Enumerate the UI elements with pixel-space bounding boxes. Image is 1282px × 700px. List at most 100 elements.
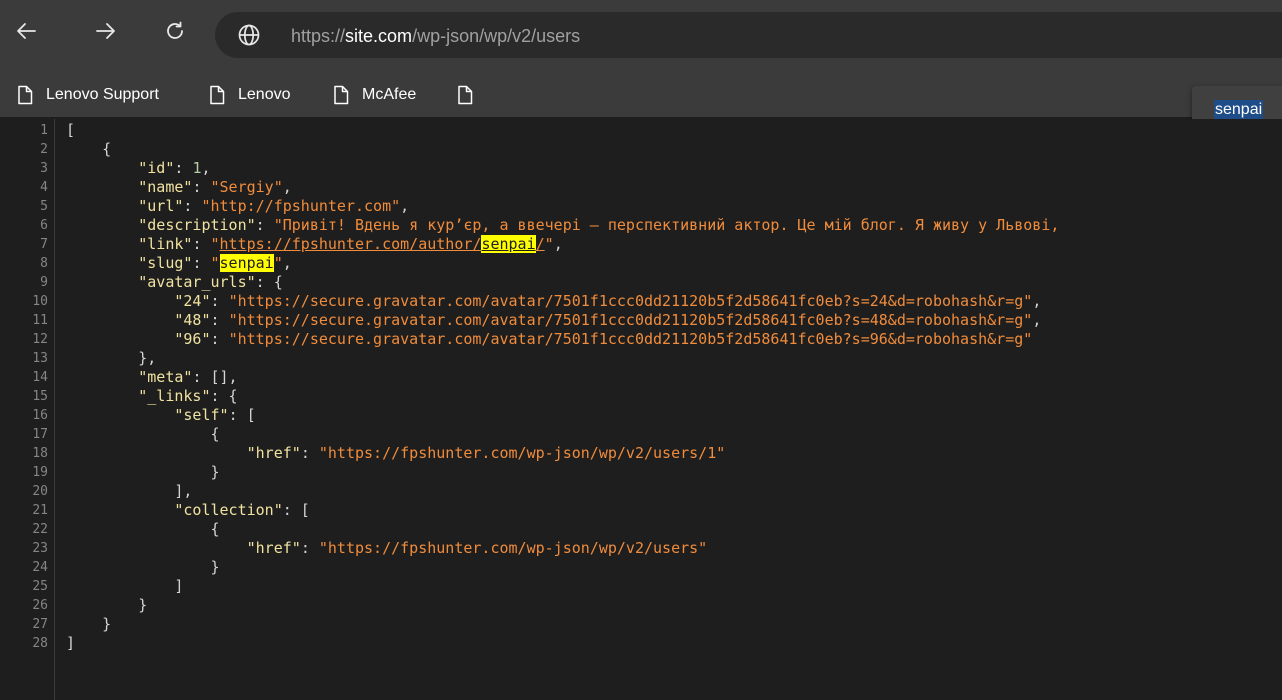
code-content: }: [66, 558, 220, 577]
json-punctuation: ,: [282, 254, 292, 272]
forward-button[interactable]: [86, 12, 124, 50]
code-line: 2 {: [0, 140, 1282, 159]
json-viewer: 1[2 {3 "id": 1, 4 "name": "Sergiy", 5 "url…: [0, 119, 1282, 700]
json-key: "48": [174, 311, 211, 329]
json-key: "96": [174, 330, 211, 348]
line-number: 6: [40, 218, 48, 233]
code-content: "description": "Привіт! Вдень я кур’єр, …: [66, 216, 1059, 235]
json-punctuation: :: [183, 197, 202, 215]
page-icon: [18, 85, 33, 105]
json-punctuation: :: [300, 444, 319, 462]
json-string: "https://secure.gravatar.com/avatar/7501…: [228, 311, 1033, 329]
bookmark-label: McAfee: [362, 86, 417, 103]
line-number: 12: [32, 332, 48, 347]
line-number: 14: [32, 370, 48, 385]
json-key: "link": [138, 235, 193, 253]
code-content: "url": "http://fpshunter.com",: [66, 197, 409, 216]
line-number: 20: [32, 484, 48, 499]
back-button[interactable]: [8, 12, 46, 50]
bookmark-mcafee[interactable]: McAfee: [332, 81, 416, 109]
line-number: 1: [40, 123, 48, 138]
code-line: 12 "96": "https://secure.gravatar.com/av…: [0, 330, 1282, 349]
json-key: "self": [174, 406, 229, 424]
json-key: "description": [138, 216, 256, 234]
json-punctuation: :: [192, 178, 211, 196]
json-punctuation: ,: [1032, 311, 1042, 329]
page-icon: [334, 85, 349, 105]
search-highlight: senpai: [219, 254, 274, 272]
find-query[interactable]: senpai: [1214, 100, 1264, 120]
json-string: "Sergiy": [210, 178, 283, 196]
code-line: 4 "name": "Sergiy",: [0, 178, 1282, 197]
line-number: 16: [32, 408, 48, 423]
address-bar[interactable]: https://site.com/wp-json/wp/v2/users: [215, 12, 1282, 58]
json-key: "href": [246, 444, 301, 462]
json-punctuation: :: [210, 330, 229, 348]
bookmark-lenovo-support[interactable]: Lenovo Support: [16, 81, 159, 109]
json-key: "id": [138, 159, 175, 177]
json-string: "https://fpshunter.com/wp-json/wp/v2/use…: [318, 444, 726, 462]
json-punctuation: :: [300, 539, 319, 557]
code-content: [: [66, 121, 75, 140]
code-content: }: [66, 596, 147, 615]
code-line: 17 {: [0, 425, 1282, 444]
code-content: }: [66, 615, 111, 634]
json-punctuation: : [: [282, 501, 310, 519]
json-punctuation: : {: [210, 387, 238, 405]
line-number: 3: [40, 161, 48, 176]
bookmark-unnamed[interactable]: [456, 81, 486, 109]
code-line: 22 {: [0, 520, 1282, 539]
page-icon: [210, 85, 225, 105]
json-punctuation: :: [210, 292, 229, 310]
json-punctuation: : [: [228, 406, 256, 424]
code-line: 14 "meta": [],: [0, 368, 1282, 387]
url-path: /wp-json/wp/v2/users: [412, 26, 581, 46]
json-link[interactable]: https://fpshunter.com/author/: [220, 235, 482, 253]
json-link[interactable]: /: [536, 235, 545, 253]
code-content: "href": "https://fpshunter.com/wp-json/w…: [66, 539, 708, 558]
line-number: 7: [40, 237, 48, 252]
json-punctuation: },: [138, 349, 157, 367]
code-line: 27 }: [0, 615, 1282, 634]
code-line: 16 "self": [: [0, 406, 1282, 425]
line-number: 26: [32, 598, 48, 613]
code-content: ]: [66, 577, 183, 596]
json-punctuation: :: [210, 311, 229, 329]
json-punctuation: ,: [553, 235, 563, 253]
browser-toolbar: https://site.com/wp-json/wp/v2/users: [0, 0, 1282, 73]
line-number: 13: [32, 351, 48, 366]
search-highlight[interactable]: senpai: [481, 235, 536, 253]
line-number: 18: [32, 446, 48, 461]
code-line: 20 ],: [0, 482, 1282, 501]
code-content: "name": "Sergiy",: [66, 178, 292, 197]
code-line: 26 }: [0, 596, 1282, 615]
reload-button[interactable]: [156, 12, 194, 50]
globe-icon[interactable]: [237, 23, 261, 47]
json-punctuation: : [],: [192, 368, 238, 386]
url-text[interactable]: https://site.com/wp-json/wp/v2/users: [291, 24, 580, 48]
url-host: site.com: [345, 26, 413, 46]
code-line: 19 }: [0, 463, 1282, 482]
bookmark-lenovo[interactable]: Lenovo: [208, 81, 291, 109]
arrow-left-icon: [17, 23, 36, 39]
reload-icon: [167, 21, 183, 39]
json-key: "href": [246, 539, 301, 557]
line-number: 2: [40, 142, 48, 157]
line-number: 21: [32, 503, 48, 518]
code-line: 9 "avatar_urls": {: [0, 273, 1282, 292]
json-string: "https://secure.gravatar.com/avatar/7501…: [228, 292, 1033, 310]
line-number: 24: [32, 560, 48, 575]
json-key: "meta": [138, 368, 193, 386]
json-key: "name": [138, 178, 193, 196]
